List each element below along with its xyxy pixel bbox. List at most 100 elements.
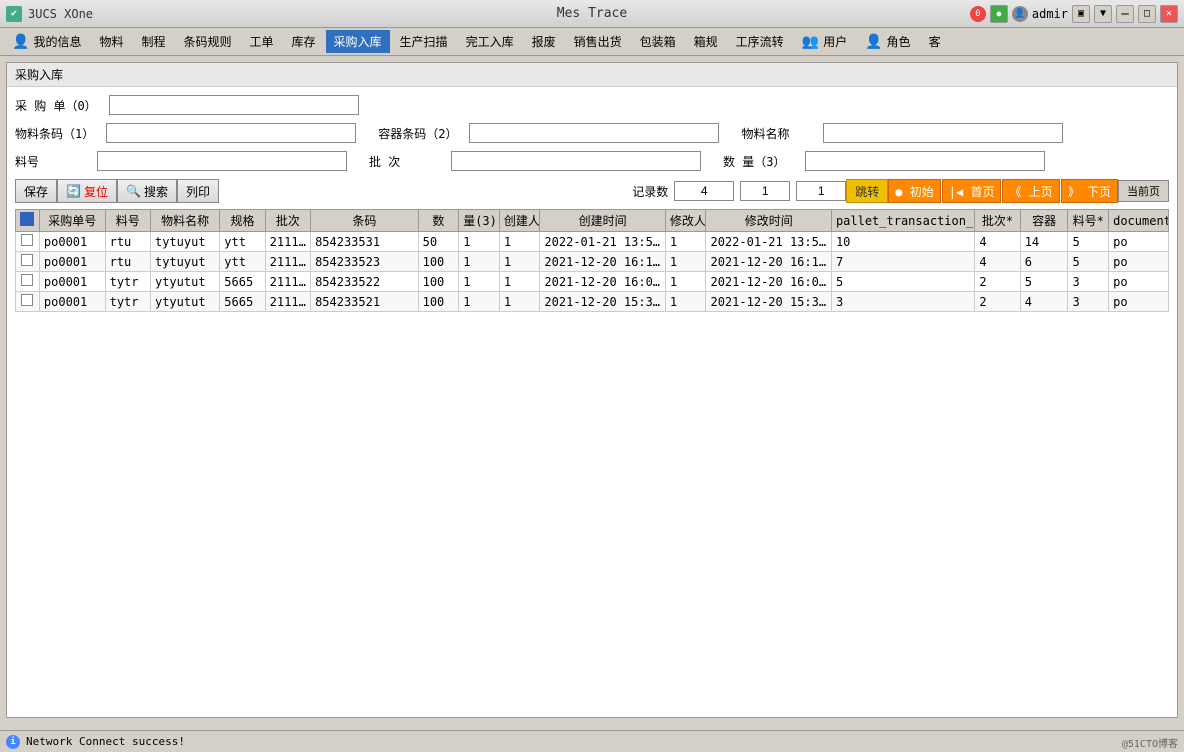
close-button[interactable]: ✕ (1160, 5, 1178, 23)
sidebar-item-work-order[interactable]: 工单 (242, 30, 282, 53)
notification-badge: 0 (970, 6, 986, 22)
print-button[interactable]: 列印 (177, 179, 219, 203)
row-checkbox[interactable] (21, 234, 33, 246)
sidebar-item-purchase-in[interactable]: 采购入库 (326, 30, 390, 53)
row-modify-time: 2021-12-20 16:09:15 (706, 272, 831, 292)
save-button[interactable]: 保存 (15, 179, 57, 203)
row-qty3: 1 (459, 292, 500, 312)
row-check-cell[interactable] (16, 272, 40, 292)
col-header-check[interactable] (16, 210, 40, 232)
menu-label-reject: 报废 (532, 33, 556, 50)
col-header-po: 采购单号 (39, 210, 105, 232)
sidebar-item-customer[interactable]: 客 (921, 30, 949, 53)
col-header-qty: 数 (418, 210, 459, 232)
title-bar-left: ✔ 3UCS XOne (6, 6, 93, 22)
panel-title: 采购入库 (7, 63, 1177, 87)
row-pallet-id: 10 (831, 232, 974, 252)
nav-start-button[interactable]: ● 初始 (888, 179, 940, 203)
table-header: 采购单号 料号 物料名称 规格 批次 条码 数 量(3) 创建人 创建时间 修改… (16, 210, 1169, 232)
row-modifier: 1 (665, 252, 706, 272)
table-row[interactable]: po0001 rtu tytuyut ytt 2111160 854233531… (16, 232, 1169, 252)
sidebar-item-production-scan[interactable]: 生产扫描 (392, 30, 456, 53)
sidebar-item-sales-out[interactable]: 销售出货 (566, 30, 630, 53)
sidebar-item-packing[interactable]: 包装箱 (632, 30, 684, 53)
row-checkbox[interactable] (21, 254, 33, 266)
form-row-barcodes: 物料条码（1） 容器条码（2） 物料名称 (15, 123, 1169, 143)
material-no-input[interactable] (97, 151, 347, 171)
minimize-button[interactable]: ─ (1116, 5, 1134, 23)
table-row[interactable]: po0001 tytr ytyutut 5665 2111160 8542335… (16, 272, 1169, 292)
status-icon: i (6, 735, 20, 749)
quantity-input[interactable] (805, 151, 1045, 171)
sidebar-item-role[interactable]: 👤 角色 (857, 30, 918, 53)
sidebar-item-my-info[interactable]: 👤 我的信息 (4, 30, 89, 53)
row-barcode: 854233521 (311, 292, 419, 312)
row-sku: tytr (105, 272, 150, 292)
current-page-section: 当前页 (1118, 180, 1169, 202)
table-row[interactable]: po0001 rtu tytuyut ytt 2111160 854233523… (16, 252, 1169, 272)
row-checkbox[interactable] (21, 294, 33, 306)
panel-body: 采 购 单（0） 物料条码（1） 容器条码（2） 物料名称 料号 批 次 数 量… (7, 87, 1177, 717)
window-title: Mes Trace (557, 6, 627, 21)
icon-btn-1[interactable]: ▣ (1072, 5, 1090, 23)
menu-bar: 👤 我的信息 物料 制程 条码规则 工单 库存 采购入库 生产扫描 完工入库 报… (0, 28, 1184, 56)
menu-label-finish-in: 完工入库 (466, 33, 514, 50)
sidebar-item-barcode-rules[interactable]: 条码规则 (175, 30, 239, 53)
row-checkbox[interactable] (21, 274, 33, 286)
search-button[interactable]: 🔍 搜索 (117, 179, 177, 203)
page-input-2[interactable] (796, 181, 846, 201)
nav-first-button[interactable]: |◀ 首页 (942, 179, 1002, 203)
row-qty: 100 (418, 292, 459, 312)
icon-btn-2[interactable]: ▼ (1094, 5, 1112, 23)
sidebar-item-user[interactable]: 👥 用户 (794, 30, 855, 53)
row-check-cell[interactable] (16, 252, 40, 272)
col-header-sku: 料号 (105, 210, 150, 232)
material-barcode-input[interactable] (106, 123, 356, 143)
row-batch2: 4 (975, 252, 1020, 272)
status-green-dot: ● (990, 5, 1008, 23)
table-row[interactable]: po0001 tytr ytyutut 5665 2111160 8542335… (16, 292, 1169, 312)
records-count-input[interactable] (674, 181, 734, 201)
nav-prev-button[interactable]: 《 上页 (1002, 179, 1059, 203)
row-doc-type: po (1109, 252, 1169, 272)
sidebar-item-process-flow[interactable]: 工序流转 (728, 30, 792, 53)
batch-input[interactable] (451, 151, 701, 171)
material-name-input[interactable] (823, 123, 1063, 143)
row-spec: 5665 (220, 292, 265, 312)
select-all-checkbox[interactable] (20, 212, 34, 226)
sidebar-item-inventory[interactable]: 库存 (284, 30, 324, 53)
reset-button[interactable]: 🔄 复位 (57, 179, 117, 203)
row-check-cell[interactable] (16, 232, 40, 252)
po-input[interactable] (109, 95, 359, 115)
sidebar-item-box-rules[interactable]: 箱规 (686, 30, 726, 53)
col-header-sku2: 料号* (1068, 210, 1109, 232)
status-bar: i Network Connect success! @51CTO博客 (0, 730, 1184, 752)
maximize-button[interactable]: □ (1138, 5, 1156, 23)
sidebar-item-finish-in[interactable]: 完工入库 (458, 30, 522, 53)
container-barcode-input[interactable] (469, 123, 719, 143)
page-input-1[interactable] (740, 181, 790, 201)
nav-next-button[interactable]: 》 下页 (1061, 179, 1118, 203)
current-page-button[interactable]: 当前页 (1118, 180, 1169, 202)
row-check-cell[interactable] (16, 292, 40, 312)
row-creator: 1 (499, 292, 540, 312)
sidebar-item-reject[interactable]: 报废 (524, 30, 564, 53)
menu-label-work-order: 工单 (250, 33, 274, 50)
user-icon: 👥 (802, 34, 819, 50)
table-container: 采购单号 料号 物料名称 规格 批次 条码 数 量(3) 创建人 创建时间 修改… (15, 209, 1169, 312)
sidebar-item-process[interactable]: 制程 (133, 30, 173, 53)
container-barcode-label: 容器条码（2） (378, 125, 457, 142)
row-po-no: po0001 (39, 252, 105, 272)
batch-label: 批 次 (369, 153, 439, 170)
nav-start-icon: ● (895, 185, 902, 199)
col-header-spec: 规格 (220, 210, 265, 232)
row-create-time: 2021-12-20 16:12:46 (540, 252, 665, 272)
sidebar-item-materials[interactable]: 物料 (91, 30, 131, 53)
row-modifier: 1 (665, 292, 706, 312)
app-icon: ✔ (6, 6, 22, 22)
col-header-batch: 批次 (265, 210, 310, 232)
menu-label-user: 用户 (823, 33, 847, 50)
row-po-no: po0001 (39, 292, 105, 312)
jump-button[interactable]: 跳转 (846, 179, 888, 203)
row-material-name: ytyutut (150, 292, 219, 312)
